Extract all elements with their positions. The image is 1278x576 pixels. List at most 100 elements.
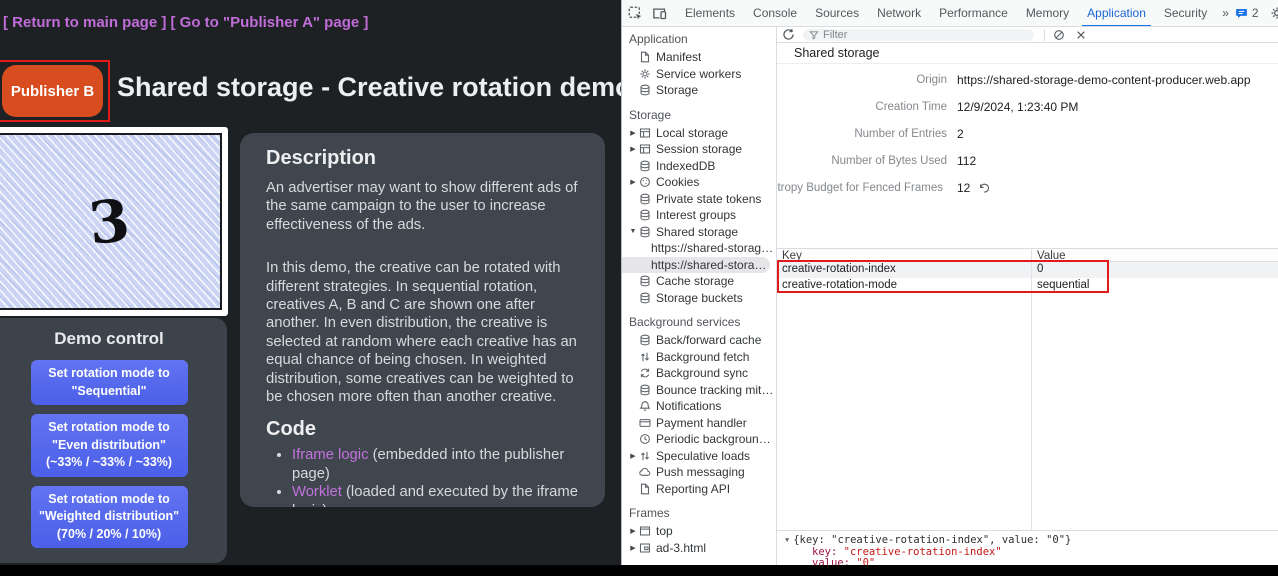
publisher-b-button[interactable]: Publisher B — [2, 65, 103, 117]
tab-performance[interactable]: Performance — [930, 0, 1017, 27]
return-to-main-page-link[interactable]: [ Return to main page ] — [3, 14, 166, 31]
refresh-icon[interactable] — [782, 28, 795, 41]
sidebar-item-background-sync[interactable]: Background sync — [622, 365, 776, 382]
sidebar-item-local-storage[interactable]: ▶Local storage — [622, 125, 776, 142]
sidebar-item-speculative-loads[interactable]: ▶Speculative loads — [622, 448, 776, 465]
publisher-page: [ Return to main page ] [ Go to "Publish… — [0, 0, 621, 565]
sidebar-item-notifications[interactable]: Notifications — [622, 398, 776, 415]
sidebar-item-bounce-tracking[interactable]: Bounce tracking mitiga... — [622, 382, 776, 399]
sidebar-item-indexeddb[interactable]: IndexedDB — [622, 158, 776, 175]
reset-budget-icon[interactable] — [978, 182, 990, 194]
collapse-arrow-icon[interactable]: ▶ — [627, 544, 639, 552]
sidebar-item-shared-storage-origin-2-selected[interactable]: https://shared-storage-d... — [622, 257, 770, 274]
description-paragraph-1: An advertiser may want to show different… — [266, 179, 579, 234]
table-cell-key: creative-rotation-index — [777, 262, 1031, 278]
panel-title: Shared storage — [777, 43, 1278, 64]
shared-storage-panel: Shared storage Origin https://shared-sto… — [777, 27, 1278, 565]
sidebar-item-manifest[interactable]: Manifest — [622, 49, 776, 66]
description-heading: Description — [266, 147, 579, 170]
database-icon — [639, 384, 651, 396]
table-row[interactable]: creative-rotation-index 0 — [777, 262, 1278, 278]
filter-input[interactable] — [823, 29, 1028, 41]
table-column-divider — [1031, 248, 1032, 530]
up-down-arrows-icon — [639, 351, 651, 363]
list-item: Iframe logic (embedded into the publishe… — [292, 446, 579, 483]
settings-gear-icon[interactable] — [1269, 5, 1278, 21]
worklet-link[interactable]: Worklet — [292, 484, 342, 500]
table-cell-value: 0 — [1031, 262, 1278, 278]
tab-elements[interactable]: Elements — [676, 0, 744, 27]
sidebar-item-service-workers[interactable]: Service workers — [622, 66, 776, 83]
sidebar-item-back-forward-cache[interactable]: Back/forward cache — [622, 332, 776, 349]
divider — [1044, 29, 1045, 41]
table-icon — [639, 143, 651, 155]
tab-security[interactable]: Security — [1155, 0, 1216, 27]
sidebar-item-interest-groups[interactable]: Interest groups — [622, 207, 776, 224]
collapse-arrow-icon[interactable]: ▶ — [627, 452, 639, 460]
devtools-tabbar: Elements Console Sources Network Perform… — [622, 0, 1278, 27]
sidebar-item-private-state-tokens[interactable]: Private state tokens — [622, 191, 776, 208]
document-icon — [639, 483, 651, 495]
issues-badge[interactable]: 2 — [1235, 6, 1259, 20]
database-icon — [639, 209, 651, 221]
demo-control-panel: Demo control Set rotation mode to "Seque… — [0, 318, 227, 563]
go-to-publisher-a-link[interactable]: [ Go to "Publisher A" page ] — [171, 14, 369, 31]
meta-label: Number of Bytes Used — [777, 155, 947, 167]
collapse-arrow-icon[interactable]: ▶ — [627, 178, 639, 186]
sidebar-item-frame-ad-3[interactable]: ▶ad-3.html — [622, 540, 776, 557]
collapse-arrow-icon[interactable]: ▶ — [627, 129, 639, 137]
sidebar-item-storage[interactable]: Storage — [622, 82, 776, 99]
sidebar-item-shared-storage-origin-1[interactable]: https://shared-storage-d... — [622, 240, 776, 257]
meta-label: Origin — [777, 74, 947, 86]
sidebar-item-frame-top[interactable]: ▶top — [622, 523, 776, 540]
column-header-value[interactable]: Value — [1031, 249, 1278, 261]
tab-network[interactable]: Network — [868, 0, 930, 27]
sidebar-item-reporting-api[interactable]: Reporting API — [622, 481, 776, 498]
bell-icon — [639, 400, 651, 412]
sidebar-item-periodic-background-sync[interactable]: Periodic background s... — [622, 431, 776, 448]
bottom-black-strip — [0, 565, 1278, 576]
set-sequential-button[interactable]: Set rotation mode to "Sequential" — [31, 360, 188, 405]
meta-row-entropy-budget: Entropy Budget for Fenced Frames 12 — [777, 174, 1278, 201]
tab-application[interactable]: Application — [1078, 0, 1155, 27]
meta-value: 2 — [957, 127, 964, 141]
sidebar-item-shared-storage[interactable]: ▼Shared storage — [622, 224, 776, 241]
sidebar-item-cache-storage[interactable]: Cache storage — [622, 273, 776, 290]
set-even-distribution-button[interactable]: Set rotation mode to "Even distribution"… — [31, 414, 188, 477]
sidebar-item-cookies[interactable]: ▶Cookies — [622, 174, 776, 191]
column-header-key[interactable]: Key — [777, 249, 1031, 261]
sidebar-item-session-storage[interactable]: ▶Session storage — [622, 141, 776, 158]
iframe-logic-link[interactable]: Iframe logic — [292, 447, 368, 463]
set-weighted-distribution-button[interactable]: Set rotation mode to "Weighted distribut… — [31, 486, 188, 549]
inspect-element-icon[interactable] — [627, 5, 643, 21]
tab-console[interactable]: Console — [744, 0, 806, 27]
tab-memory[interactable]: Memory — [1017, 0, 1078, 27]
more-tabs-chevron[interactable]: » — [1216, 0, 1235, 27]
meta-row-bytes-used: Number of Bytes Used 112 — [777, 147, 1278, 174]
database-icon — [639, 160, 651, 172]
clear-entries-icon[interactable] — [1052, 28, 1065, 41]
meta-label: Creation Time — [777, 101, 947, 113]
manifest-doc-icon — [639, 51, 651, 63]
sidebar-item-background-fetch[interactable]: Background fetch — [622, 349, 776, 366]
cookie-icon — [639, 176, 651, 188]
section-header-background-services: Background services — [622, 306, 776, 332]
collapse-arrow-icon[interactable]: ▶ — [627, 145, 639, 153]
sidebar-item-push-messaging[interactable]: Push messaging — [622, 464, 776, 481]
delete-selected-icon[interactable] — [1074, 28, 1087, 41]
ad-creative-frame[interactable]: 3 — [0, 127, 228, 316]
table-cell-key: creative-rotation-mode — [777, 278, 1031, 294]
list-item: Worklet (loaded and executed by the ifra… — [292, 483, 579, 507]
page-title: Shared storage - Creative rotation demo — [117, 72, 621, 103]
expand-arrow-icon[interactable]: ▼ — [627, 228, 639, 235]
tab-sources[interactable]: Sources — [806, 0, 868, 27]
database-icon — [639, 84, 651, 96]
collapse-arrow-icon[interactable]: ▶ — [627, 527, 639, 535]
sidebar-item-storage-buckets[interactable]: Storage buckets — [622, 290, 776, 307]
sidebar-item-payment-handler[interactable]: Payment handler — [622, 415, 776, 432]
table-row[interactable]: creative-rotation-mode sequential — [777, 278, 1278, 294]
device-toolbar-icon[interactable] — [651, 5, 667, 21]
up-down-arrows-icon — [639, 450, 651, 462]
frame-icon — [639, 525, 651, 537]
clock-icon — [639, 433, 651, 445]
